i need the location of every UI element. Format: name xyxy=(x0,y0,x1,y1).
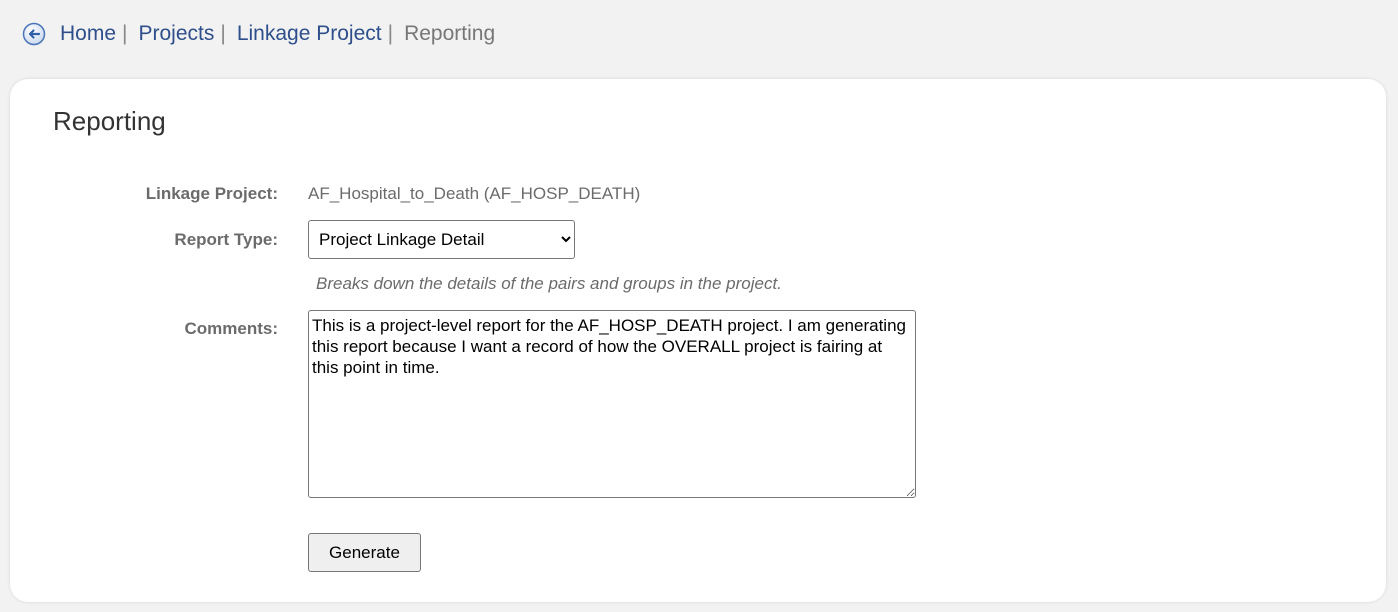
linkage-project-label: Linkage Project: xyxy=(145,184,278,203)
breadcrumb: Home | Projects | Linkage Project | Repo… xyxy=(22,18,495,50)
breadcrumb-separator: | xyxy=(122,22,128,45)
report-type-select[interactable]: Project Linkage Detail xyxy=(308,220,575,259)
breadcrumb-separator: | xyxy=(387,22,394,45)
reporting-panel: Reporting Linkage Project: AF_Hospital_t… xyxy=(10,79,1386,602)
generate-button[interactable]: Generate xyxy=(308,533,421,572)
report-type-hint: Breaks down the details of the pairs and… xyxy=(316,274,782,293)
linkage-project-value: AF_Hospital_to_Death (AF_HOSP_DEATH) xyxy=(308,184,641,203)
breadcrumb-home-link[interactable]: Home xyxy=(60,22,116,46)
comments-label: Comments: xyxy=(184,319,278,338)
breadcrumb-projects-link[interactable]: Projects xyxy=(139,22,215,46)
breadcrumb-linkage-project-link[interactable]: Linkage Project xyxy=(237,22,382,46)
comments-textarea[interactable]: This is a project-level report for the A… xyxy=(308,310,916,498)
page-title: Reporting xyxy=(53,106,166,136)
breadcrumb-separator: | xyxy=(220,22,226,45)
breadcrumb-current: Reporting xyxy=(404,22,496,45)
back-arrow-icon[interactable] xyxy=(22,22,46,46)
report-type-label: Report Type: xyxy=(174,230,278,249)
